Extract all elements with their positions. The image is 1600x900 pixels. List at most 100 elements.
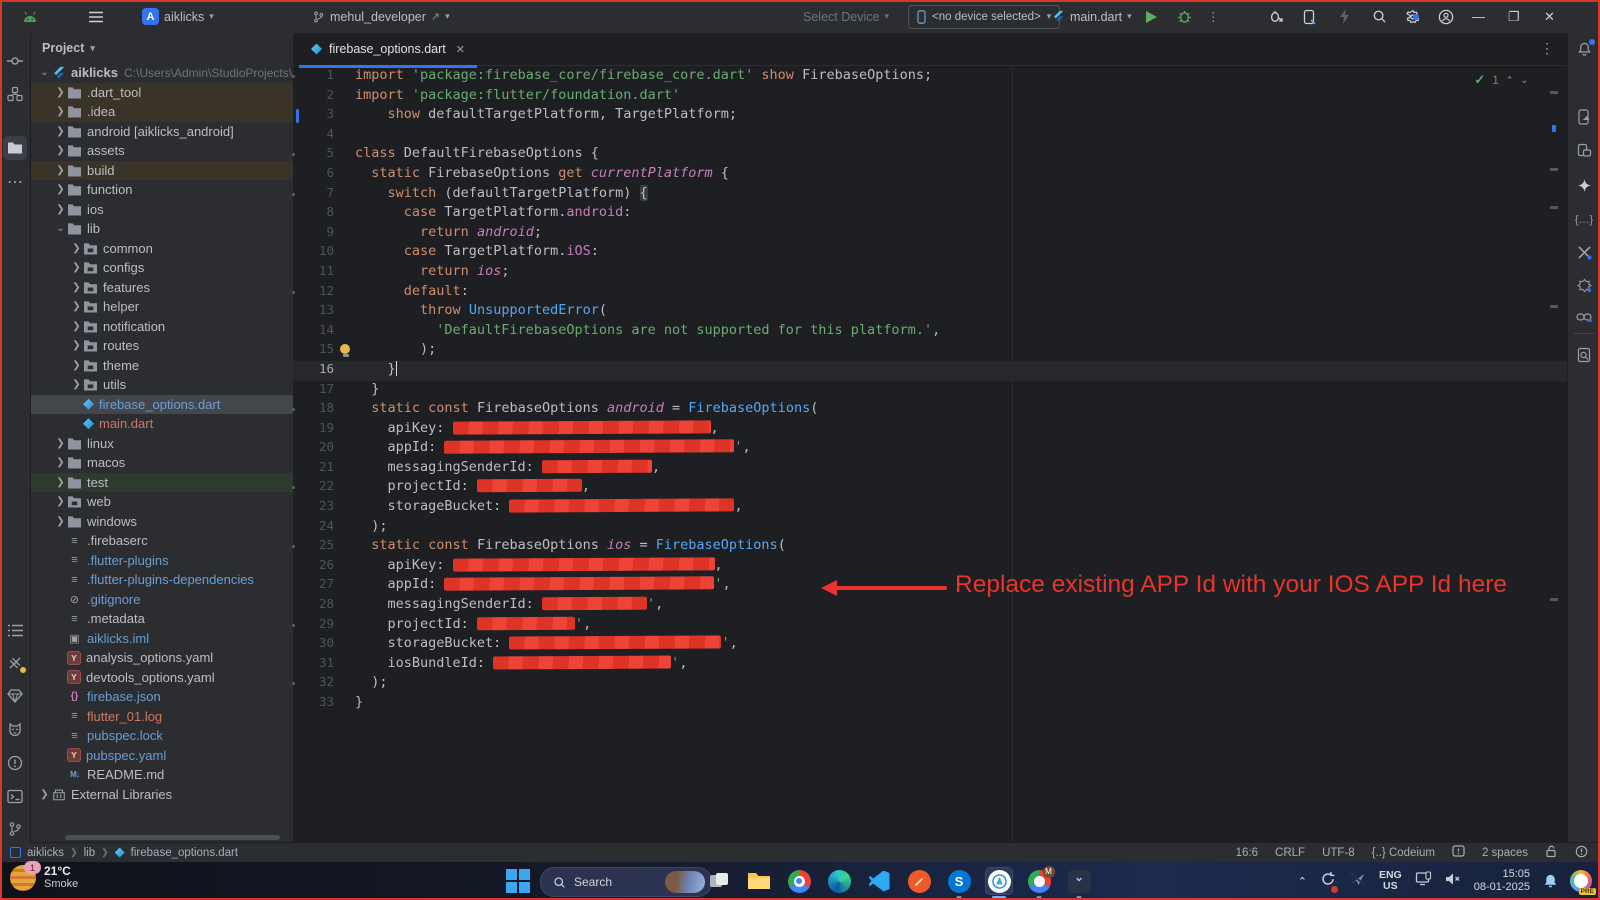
tree-item--firebaserc[interactable]: ≡ .firebaserc [30,531,293,551]
tree-item-firebase-options-dart[interactable]: firebase_options.dart [30,394,293,414]
gutter-line-20[interactable]: 20 [293,439,355,459]
code-line-19[interactable]: apiKey: , [355,420,1568,440]
file-encoding[interactable]: UTF-8 [1322,847,1355,859]
tree-item-utils[interactable]: ❯ utils [30,375,293,395]
chevron-right-icon[interactable]: ❯ [54,516,67,527]
dark-app-icon[interactable]: ⌄ [1066,868,1092,899]
tree-item-firebase-json[interactable]: {} firebase.json [30,687,293,707]
editor-code[interactable]: import 'package:firebase_core/firebase_c… [355,67,1568,714]
code-line-15[interactable]: ); [355,341,1568,361]
tree-item-windows[interactable]: ❯ windows [30,512,293,532]
task-view-icon[interactable] [706,868,732,894]
tree-item-android-aiklicks-android-[interactable]: ❯ android [aiklicks_android] [30,122,293,142]
tree-item-aiklicks-iml[interactable]: ▣ aiklicks.iml [30,629,293,649]
intention-bulb-icon[interactable] [340,344,351,358]
language-indicator[interactable]: ENG US [1379,870,1402,892]
chevron-right-icon[interactable]: ❯ [70,379,83,390]
code-line-14[interactable]: 'DefaultFirebaseOptions are not supporte… [355,322,1568,342]
chrome-icon[interactable] [786,868,812,894]
code-line-29[interactable]: projectId: ', [355,616,1568,636]
gutter-line-2[interactable]: 2 [293,87,355,107]
tree-item--gitignore[interactable]: ⊘ .gitignore [30,590,293,610]
chevron-down-icon[interactable]: ⌄ [38,67,51,78]
run-button[interactable] [1146,0,1157,33]
chevron-right-icon[interactable]: ❯ [54,477,67,488]
code-line-16[interactable]: } [355,360,1568,381]
debug-cat-icon[interactable] [3,717,27,741]
chevron-right-icon[interactable]: ❯ [54,184,67,195]
code-line-9[interactable]: return android; [355,224,1568,244]
chevron-right-icon[interactable]: ❯ [70,282,83,293]
deep-links-icon[interactable] [1572,305,1596,329]
gutter-line-4[interactable]: 4 [293,126,355,146]
tree-item--flutter-plugins-dependencies[interactable]: ≡ .flutter-plugins-dependencies [30,570,293,590]
app-insights-icon[interactable] [1572,273,1596,297]
chevron-right-icon[interactable]: ❯ [38,789,51,800]
run-config-widget[interactable]: main.dart ▾ [1052,0,1132,33]
code-line-33[interactable]: } [355,694,1568,714]
code-line-20[interactable]: appId: ', [355,439,1568,459]
gutter-line-22[interactable]: 22 [292,478,355,498]
tree-item-common[interactable]: ❯ common [30,239,293,259]
tree-item-readme-md[interactable]: M↓ README.md [30,765,293,785]
pub-packages-icon[interactable] [3,684,27,708]
tree-item-macos[interactable]: ❯ macos [30,453,293,473]
tree-horizontal-scrollbar[interactable] [65,835,280,840]
code-line-5[interactable]: class DefaultFirebaseOptions { [355,145,1568,165]
gutter-line-10[interactable]: 10 [293,243,355,263]
code-line-18[interactable]: static const FirebaseOptions android = F… [355,400,1568,420]
volume-muted-icon[interactable] [1445,872,1461,891]
pen-app-icon[interactable] [906,868,932,894]
code-line-13[interactable]: throw UnsupportedError( [355,302,1568,322]
code-line-4[interactable] [355,126,1568,146]
code-line-1[interactable]: import 'package:firebase_core/firebase_c… [355,67,1568,87]
gutter-line-25[interactable]: 25 [292,537,355,557]
code-line-22[interactable]: projectId: , [355,478,1568,498]
code-line-23[interactable]: storageBucket: , [355,498,1568,518]
code-line-21[interactable]: messagingSenderId: , [355,459,1568,479]
tree-item-pubspec-yaml[interactable]: Ypubspec.yaml [30,746,293,766]
settings-gear-icon[interactable] [1404,0,1421,33]
tree-item-devtools-options-yaml[interactable]: Ydevtools_options.yaml [30,668,293,688]
chevron-right-icon[interactable]: ❯ [70,360,83,371]
file-explorer-icon[interactable] [746,868,772,894]
code-line-24[interactable]: ); [355,518,1568,538]
more-tool-windows-icon[interactable]: ⋯ [3,170,27,194]
gutter-line-8[interactable]: 8 [293,204,355,224]
ai-structure-braces-icon[interactable]: {…} [1572,208,1596,232]
account-avatar-icon[interactable] [1438,0,1454,33]
device-mirror-icon[interactable] [1303,0,1317,33]
gutter-line-12[interactable]: 12 [292,283,355,303]
chevron-right-icon[interactable]: ❯ [54,204,67,215]
code-line-31[interactable]: iosBundleId: ', [355,655,1568,675]
device-combo[interactable]: <no device selected> ▾ [908,0,1061,33]
chevron-right-icon[interactable]: ❯ [70,321,83,332]
running-devices-icon[interactable] [1572,105,1596,129]
tree-item--dart-tool[interactable]: ❯ .dart_tool [30,82,293,102]
tree-item-assets[interactable]: ❯ assets [30,141,293,161]
chevron-right-icon[interactable]: ❯ [54,87,67,98]
structure-tool-icon[interactable] [3,82,27,106]
window-restore-button[interactable]: ❐ [1508,0,1538,33]
find-in-file-icon[interactable] [1572,343,1596,367]
skype-icon[interactable]: S [946,868,972,899]
tree-item-web[interactable]: ❯ web [30,492,293,512]
tree-item-analysis-options-yaml[interactable]: Yanalysis_options.yaml [30,648,293,668]
chevron-right-icon[interactable]: ❯ [70,262,83,273]
gutter-line-21[interactable]: 21 [293,459,355,479]
gutter-line-9[interactable]: 9 [293,224,355,244]
code-line-25[interactable]: static const FirebaseOptions ios = Fireb… [355,537,1568,557]
tree-item-theme[interactable]: ❯ theme [30,356,293,376]
gutter-line-5[interactable]: 5 [292,145,355,165]
gutter-line-18[interactable]: 18 [292,400,355,420]
tray-hidden-icons-chevron[interactable]: ⌃ [1298,875,1307,888]
tree-item--metadata[interactable]: ≡ .metadata [30,609,293,629]
vscode-icon[interactable] [866,868,892,894]
cast-display-icon[interactable] [1415,871,1432,891]
code-line-11[interactable]: return ios; [355,263,1568,283]
sync-icon[interactable] [1320,871,1338,893]
tree-item-helper[interactable]: ❯ helper [30,297,293,317]
code-line-6[interactable]: static FirebaseOptions get currentPlatfo… [355,165,1568,185]
vcs-branch-widget[interactable]: mehul_developer ↗ ▾ [312,0,450,33]
terminal-tool-icon[interactable] [3,784,27,808]
